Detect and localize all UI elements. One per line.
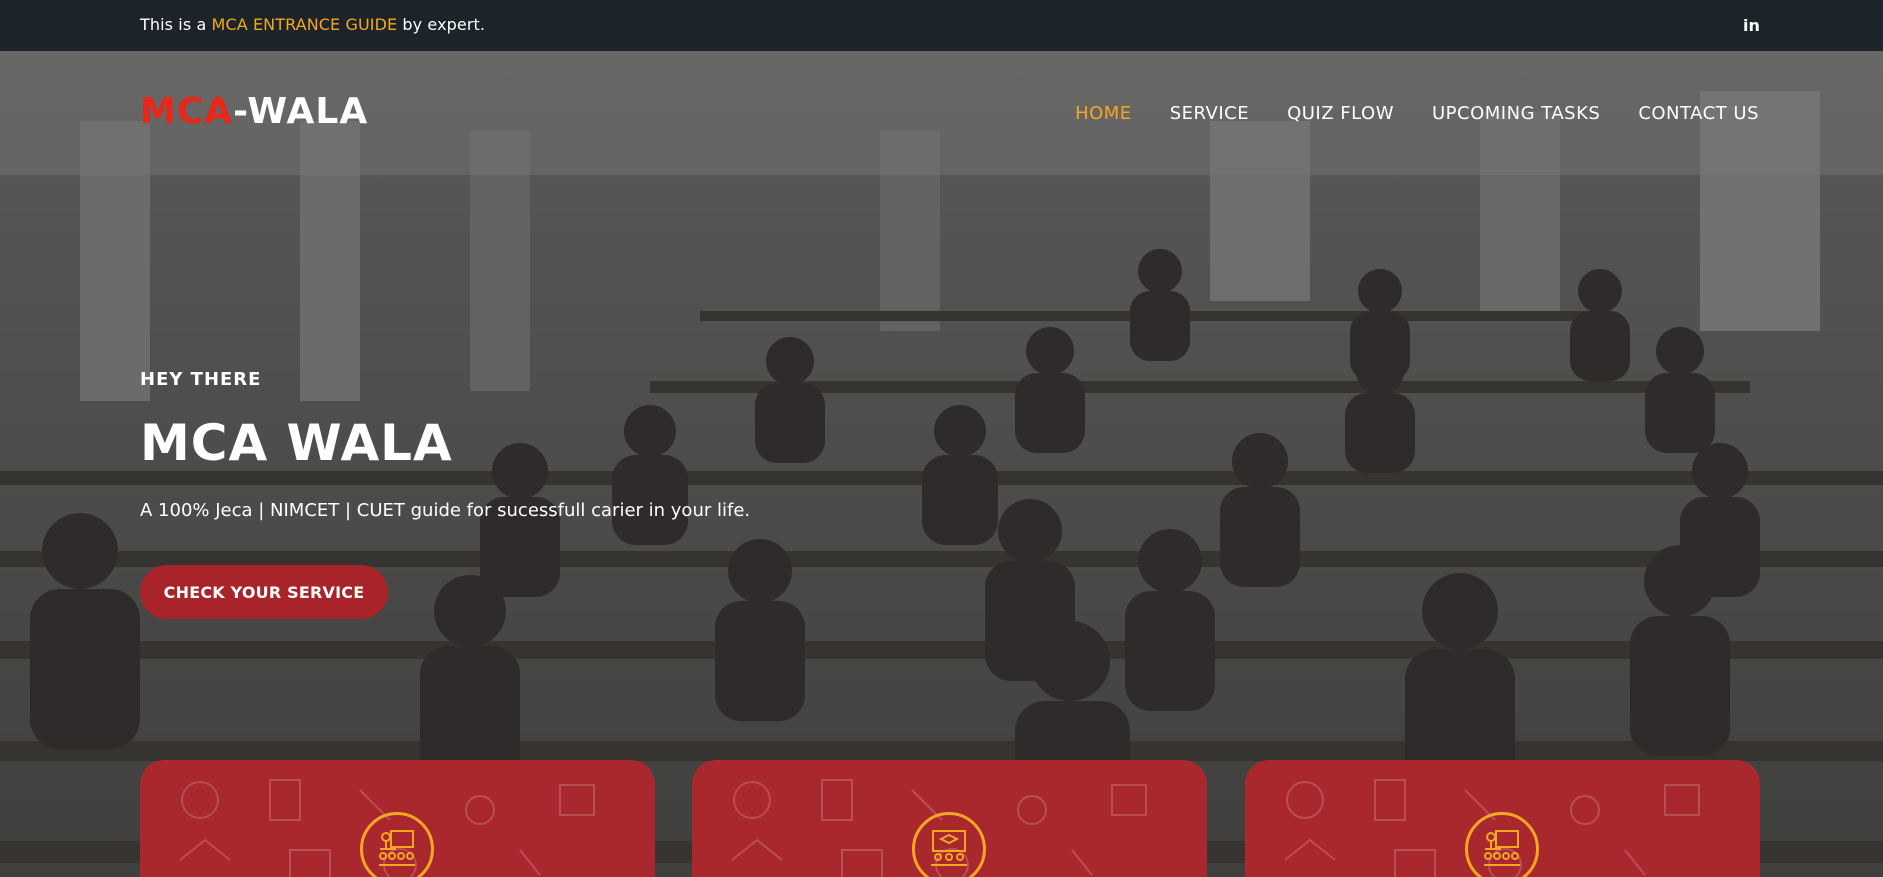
linkedin-icon[interactable]: in [1743,16,1760,35]
service-card-2[interactable] [692,760,1207,877]
check-service-button[interactable]: CHECK YOUR SERVICE [140,565,388,619]
hero-eyebrow: HEY THERE [140,369,262,390]
teacher-board-icon [1465,812,1539,877]
topbar-text-prefix: This is a [140,15,212,34]
nav-item-service[interactable]: SERVICE [1170,103,1249,124]
logo-part-red: MCA [140,91,234,132]
teacher-board-icon [360,812,434,877]
topbar-message: This is a MCA ENTRANCE GUIDE by expert. [140,15,485,34]
top-bar: This is a MCA ENTRANCE GUIDE by expert. … [0,0,1883,51]
service-card-1[interactable] [140,760,655,877]
hero-subtitle: A 100% Jeca | NIMCET | CUET guide for su… [140,500,751,521]
graduation-board-icon [912,812,986,877]
topbar-text-suffix: by expert. [397,15,486,34]
topbar-highlight-link[interactable]: MCA ENTRANCE GUIDE [212,15,398,34]
nav-item-home[interactable]: HOME [1075,103,1132,124]
nav-item-quiz-flow[interactable]: QUIZ FLOW [1287,103,1394,124]
service-card-3[interactable] [1245,760,1760,877]
nav-item-contact-us[interactable]: CONTACT US [1638,103,1759,124]
site-logo[interactable]: MCA-WALA [140,91,368,132]
hero-title: MCA WALA [140,414,453,472]
logo-part-white: -WALA [233,91,369,132]
main-nav: HOME SERVICE QUIZ FLOW UPCOMING TASKS CO… [1075,103,1759,124]
site-header: MCA-WALA HOME SERVICE QUIZ FLOW UPCOMING… [0,51,1883,175]
nav-item-upcoming-tasks[interactable]: UPCOMING TASKS [1432,103,1600,124]
